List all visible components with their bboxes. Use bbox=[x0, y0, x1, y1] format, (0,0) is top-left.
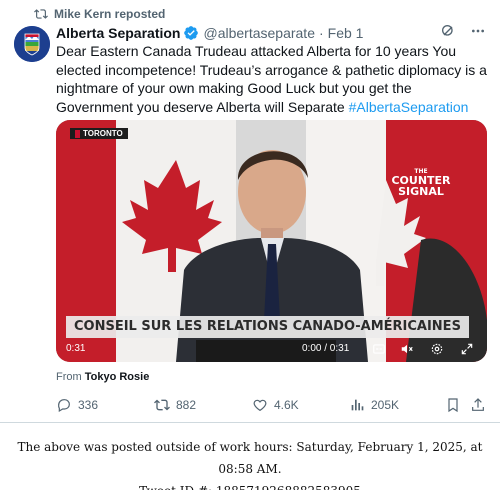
mute-icon[interactable] bbox=[400, 342, 414, 356]
action-bar: 336 882 4.6K 205K bbox=[56, 397, 486, 415]
counter-signal-logo: THE COUNTER SIGNAL bbox=[391, 168, 451, 197]
author-handle[interactable]: @albertaseparate bbox=[203, 25, 315, 41]
alberta-flag-avatar bbox=[14, 26, 50, 62]
share-icon bbox=[472, 398, 484, 411]
video-time-progress: 0:00 / 0:31 bbox=[302, 343, 350, 354]
tweet-date[interactable]: Feb 1 bbox=[328, 25, 364, 41]
video-time-elapsed: 0:31 bbox=[66, 343, 86, 354]
reply-button[interactable]: 336 bbox=[56, 397, 98, 413]
verified-badge-icon bbox=[184, 26, 199, 40]
repost-text: Mike Kern reposted bbox=[54, 7, 166, 21]
tweet-header: Alberta Separation @albertaseparate · Fe… bbox=[56, 23, 486, 43]
header-separator: · bbox=[319, 25, 324, 41]
share-button[interactable] bbox=[470, 397, 486, 413]
archive-footer: The above was posted outside of work hou… bbox=[0, 436, 500, 490]
avatar[interactable] bbox=[14, 26, 50, 62]
captions-icon[interactable] bbox=[372, 342, 386, 356]
author-name[interactable]: Alberta Separation bbox=[56, 25, 180, 41]
heart-icon bbox=[253, 399, 267, 412]
views-chart-icon bbox=[351, 399, 364, 411]
views-count: 205K bbox=[371, 398, 400, 412]
repost-icon bbox=[34, 9, 48, 19]
location-badge: TORONTO bbox=[70, 128, 128, 139]
footer-tweet-id: Tweet ID #: 1885719268882583905 bbox=[0, 480, 500, 490]
bookmark-button[interactable] bbox=[445, 397, 461, 413]
fullscreen-icon[interactable] bbox=[460, 342, 474, 356]
hashtag-link[interactable]: #AlbertaSeparation bbox=[349, 99, 469, 115]
views-button[interactable]: 205K bbox=[349, 397, 399, 413]
location-badge-bar bbox=[75, 129, 80, 138]
like-button[interactable]: 4.6K bbox=[252, 397, 299, 413]
video-player[interactable]: TORONTO THE COUNTER SIGNAL CONSEIL SUR L… bbox=[56, 120, 487, 362]
grok-icon[interactable] bbox=[440, 23, 456, 39]
repost-action-icon bbox=[154, 399, 170, 411]
repost-button[interactable]: 882 bbox=[154, 397, 196, 413]
repost-indicator[interactable]: Mike Kern reposted bbox=[34, 7, 165, 21]
reply-icon bbox=[58, 399, 70, 413]
tweet-card[interactable]: Mike Kern reposted Alberta Separation @a… bbox=[0, 0, 500, 423]
repost-count: 882 bbox=[176, 398, 197, 412]
settings-gear-icon[interactable] bbox=[430, 342, 444, 356]
video-chyron: CONSEIL SUR LES RELATIONS CANADO-AMÉRICA… bbox=[66, 316, 469, 338]
footer-posted-note: The above was posted outside of work hou… bbox=[17, 440, 483, 476]
location-badge-text: TORONTO bbox=[83, 129, 123, 138]
logo-line3: SIGNAL bbox=[398, 185, 444, 198]
source-name[interactable]: Tokyo Rosie bbox=[85, 371, 150, 383]
source-prefix: From bbox=[56, 371, 82, 383]
reply-count: 336 bbox=[78, 398, 99, 412]
like-count: 4.6K bbox=[274, 398, 299, 412]
tweet-text: Dear Eastern Canada Trudeau attacked Alb… bbox=[56, 42, 488, 116]
more-icon[interactable] bbox=[470, 23, 486, 39]
video-source: From Tokyo Rosie bbox=[56, 371, 149, 383]
bookmark-icon bbox=[448, 398, 458, 413]
